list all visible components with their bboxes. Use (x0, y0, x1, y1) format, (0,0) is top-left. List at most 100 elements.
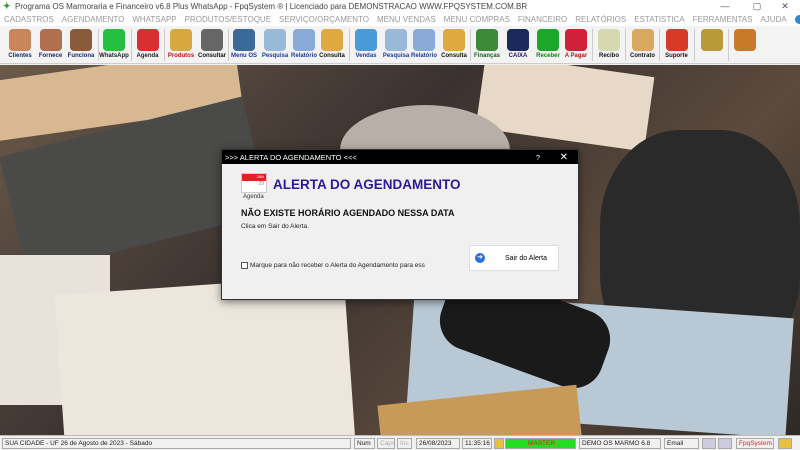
calendar-icon (136, 29, 159, 51)
toolbar-button-suporte[interactable]: Suporte (661, 28, 692, 62)
toolbar-button-recibo[interactable]: Recibo (594, 28, 624, 62)
maximize-button[interactable]: ▢ (742, 0, 772, 13)
menu-item[interactable]: AJUDA (760, 15, 786, 24)
toolbar-label: Clientes (8, 53, 32, 59)
toolbar-label: Funciona (67, 53, 95, 59)
status-user: MASTER (505, 438, 576, 449)
toolbar-button-exit[interactable] (730, 28, 760, 62)
toolbar-button-menu-os[interactable]: Menu OS (230, 28, 258, 62)
toolbar-label: Consulta (441, 53, 467, 59)
arrow-right-icon: ➜ (475, 253, 485, 263)
dialog-title-bar: >>> ALERTA DO AGENDAMENTO <<< ? ✕ (222, 150, 578, 164)
toolbar-label: Consulta (319, 53, 345, 59)
toolbar-label: Relatório (410, 53, 437, 59)
app-logo-icon: ✦ (3, 1, 11, 11)
menu-item-email[interactable]: E-MAIL (794, 15, 800, 24)
user-icon (494, 438, 504, 449)
toolbar-button-whatsapp[interactable]: WhatsApp (99, 28, 129, 62)
toolbar-button-consulta[interactable]: Consulta (440, 28, 468, 62)
coin-icon (701, 29, 723, 51)
email-button[interactable]: Email (664, 438, 699, 449)
status-ins: Ins (397, 438, 412, 449)
toolbar-button-coin[interactable] (696, 28, 728, 62)
drawer-icon (443, 29, 465, 51)
exit-alert-label: Sair do Alerta (505, 254, 548, 262)
menu-item[interactable]: RELATÓRIOS (575, 15, 626, 24)
menu-bar: CADASTROS AGENDAMENTO WHATSAPP PRODUTOS/EST… (0, 13, 800, 26)
toolbar-separator (694, 29, 695, 61)
icon-caption: Agenda (243, 194, 264, 200)
supplier-icon (39, 29, 62, 51)
window-title: Programa OS Marmoraria e Financeiro v6.8… (15, 2, 528, 11)
menu-item[interactable]: FERRAMENTAS (693, 15, 753, 24)
minimize-button[interactable]: — (710, 0, 740, 13)
menu-item[interactable]: CADASTROS (4, 15, 54, 24)
search-doc-icon (385, 29, 407, 51)
calculator-icon[interactable] (718, 438, 732, 449)
toolbar-label: Pesquisa (261, 53, 289, 59)
info-icon[interactable] (778, 438, 792, 449)
toolbar-separator (349, 29, 350, 61)
toolbar-button-pesquisa[interactable]: Pesquisa (382, 28, 410, 62)
dialog-close-button[interactable]: ✕ (560, 152, 568, 163)
monitor-icon (355, 29, 377, 51)
menu-item[interactable]: ESTATISTICA (634, 15, 684, 24)
toolbar-button-vendas[interactable]: Vendas (352, 28, 380, 62)
toolbar-label: Produtos (167, 53, 195, 59)
users-icon (9, 29, 31, 51)
toolbar-button-consulta[interactable]: Consulta (318, 28, 346, 62)
toolbar-separator (228, 29, 229, 61)
drawer-icon (321, 29, 343, 51)
exit-alert-button[interactable]: ➜ Sair do Alerta (469, 245, 559, 271)
toolbar-label: CAIXA (508, 53, 528, 59)
menu-item[interactable]: MENU COMPRAS (444, 15, 510, 24)
toolbar-separator (728, 29, 729, 61)
toolbar-button-fornece[interactable]: Fornece (36, 28, 65, 62)
toolbar-button-caixa[interactable]: CAIXA (504, 28, 532, 62)
email-icon (794, 15, 800, 24)
checkbox-icon[interactable] (241, 262, 248, 269)
toolbar-separator (592, 29, 593, 61)
toolbar-label: A Pagar (564, 53, 588, 59)
brand-link[interactable]: FpqSystem (736, 438, 774, 449)
toolbar-label: WhatsApp (99, 53, 129, 59)
toolbar-label: Agenda (136, 53, 159, 59)
search-doc-icon (264, 29, 286, 51)
contract-icon (631, 29, 654, 51)
toolbar-label: Contrato (630, 53, 655, 59)
menu-item[interactable]: FINANCEIRO (518, 15, 567, 24)
toolbar-button-pesquisa[interactable]: Pesquisa (260, 28, 290, 62)
toolbar-button-contrato[interactable]: Contrato (627, 28, 658, 62)
menu-item[interactable]: WHATSAPP (132, 15, 176, 24)
dialog-heading: ALERTA DO AGENDAMENTO (273, 177, 461, 192)
toolbar: Clientes Fornece Funciona WhatsApp Agenda Pro… (0, 26, 800, 64)
toolbar-button-a-pagar[interactable]: A Pagar (562, 28, 590, 62)
status-company: DEMO OS MARMO 6.8 (579, 438, 661, 449)
printer-icon[interactable] (702, 438, 716, 449)
toolbar-label: Pesquisa (382, 53, 410, 59)
toolbar-button-finan-as[interactable]: Finanças (472, 28, 502, 62)
menu-item[interactable]: MENU VENDAS (377, 15, 436, 24)
toolbar-button-agenda[interactable]: Agenda (133, 28, 162, 62)
toolbar-button-relat-rio[interactable]: Relatório (410, 28, 438, 62)
toolbar-button-relat-rio[interactable]: Relatório (290, 28, 318, 62)
help-button[interactable]: ? (536, 153, 540, 162)
printer-icon (413, 29, 435, 51)
toolbar-button-produtos[interactable]: Produtos (166, 28, 196, 62)
menu-item[interactable]: SERVIÇO/ORÇAMENTO (279, 15, 369, 24)
status-bar: SUA CIDADE - UF 26 de Agosto de 2023 - S… (0, 435, 800, 450)
menu-item[interactable]: AGENDAMENTO (62, 15, 125, 24)
clipboard-icon (233, 29, 255, 51)
close-button[interactable]: ✕ (770, 0, 800, 13)
title-bar: ✦ Programa OS Marmoraria e Financeiro v6… (0, 0, 800, 13)
boxes-icon (170, 29, 192, 51)
status-date: 26/08/2023 (416, 438, 460, 449)
toolbar-label: Finanças (473, 53, 500, 59)
toolbar-button-clientes[interactable]: Clientes (5, 28, 35, 62)
menu-item[interactable]: PRODUTOS/ESTOQUE (185, 15, 271, 24)
toolbar-separator (98, 29, 99, 61)
toolbar-button-consultar[interactable]: Consultar (197, 28, 227, 62)
toolbar-button-receber[interactable]: Receber (534, 28, 562, 62)
toolbar-button-funciona[interactable]: Funciona (66, 28, 96, 62)
dont-show-checkbox[interactable]: Marque para não receber o Alerta do Agen… (241, 262, 425, 269)
